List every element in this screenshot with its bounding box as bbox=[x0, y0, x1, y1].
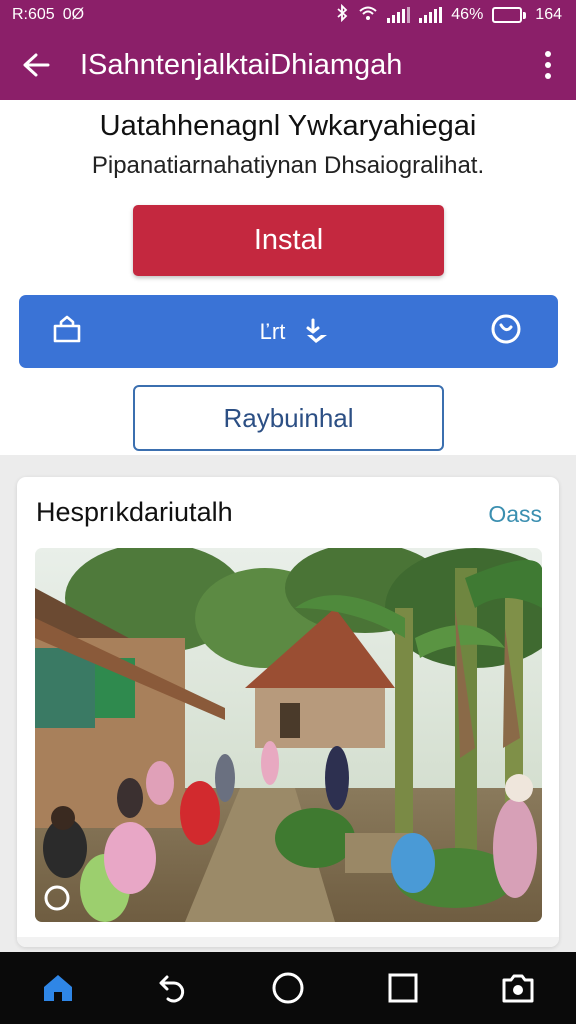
card-footer-strip bbox=[17, 937, 559, 947]
chat-icon[interactable] bbox=[488, 313, 524, 350]
bluetooth-icon bbox=[335, 3, 349, 27]
install-button[interactable]: Instal bbox=[133, 205, 444, 276]
status-left-text: R:605 bbox=[12, 6, 55, 23]
hero-section: Uatahhenagnl Ywkaryahiegai Pipanatiarnah… bbox=[0, 100, 576, 455]
status-left: R:605 0Ø bbox=[12, 6, 84, 24]
hero-title: Uatahhenagnl Ywkaryahiegai bbox=[99, 110, 477, 142]
bag-icon[interactable] bbox=[51, 314, 83, 349]
circle-home-icon[interactable] bbox=[263, 963, 313, 1013]
secondary-button[interactable]: Raybuinhal bbox=[133, 385, 444, 451]
download-label: Ľrt bbox=[259, 318, 286, 344]
download-action[interactable]: Ľrt bbox=[260, 317, 332, 347]
camera-icon[interactable] bbox=[493, 963, 543, 1013]
signal-icon bbox=[387, 7, 411, 23]
action-bar: Ľrt bbox=[19, 295, 558, 368]
signal-icon-2 bbox=[419, 7, 443, 23]
status-left-glyph: 0Ø bbox=[62, 6, 85, 23]
app-screen: R:605 0Ø 46% 164 ISahntenjalktaiDhiamgah bbox=[0, 0, 576, 1024]
card-title: Hesprıkdariutalh bbox=[36, 497, 233, 527]
recents-icon[interactable] bbox=[378, 963, 428, 1013]
hero-subtitle: Pipanatiarnahatiynan Dhsaiogralihat. bbox=[91, 152, 485, 179]
download-icon bbox=[306, 318, 328, 343]
clock: 164 bbox=[535, 6, 562, 23]
status-bar: R:605 0Ø 46% 164 bbox=[0, 0, 576, 30]
card-link[interactable]: Oass bbox=[488, 501, 542, 528]
app-bar: ISahntenjalktaiDhiamgah bbox=[0, 30, 576, 100]
more-vert-icon[interactable] bbox=[532, 45, 564, 85]
home-icon[interactable] bbox=[33, 963, 83, 1013]
back-arrow-icon bbox=[23, 53, 50, 77]
battery-percent: 46% bbox=[451, 6, 484, 23]
app-title: ISahntenjalktaiDhiamgah bbox=[80, 48, 403, 81]
status-right: 46% 164 bbox=[335, 3, 562, 27]
navigation-bar bbox=[0, 952, 576, 1024]
back-button[interactable] bbox=[18, 47, 54, 83]
village-photo[interactable] bbox=[35, 548, 542, 922]
wifi-icon bbox=[358, 5, 378, 26]
content-card: Hesprıkdariutalh Oass bbox=[17, 477, 559, 947]
back-icon[interactable] bbox=[148, 963, 198, 1013]
battery-icon bbox=[492, 7, 527, 23]
